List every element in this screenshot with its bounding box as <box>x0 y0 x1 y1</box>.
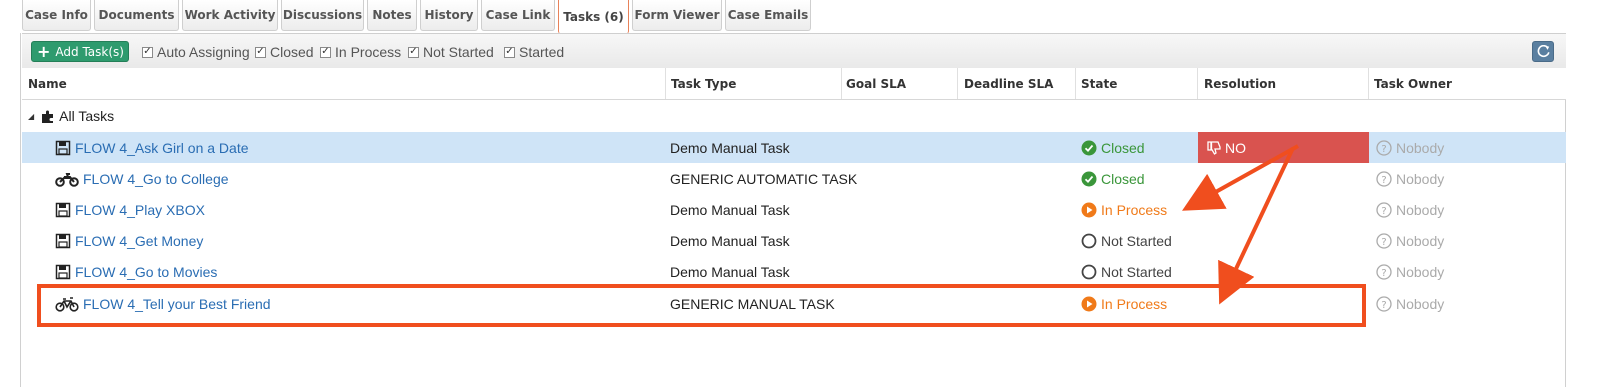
task-panel: Case Info Documents Work Activity Discus… <box>0 0 1602 387</box>
annotation-arrows <box>1182 144 1299 305</box>
